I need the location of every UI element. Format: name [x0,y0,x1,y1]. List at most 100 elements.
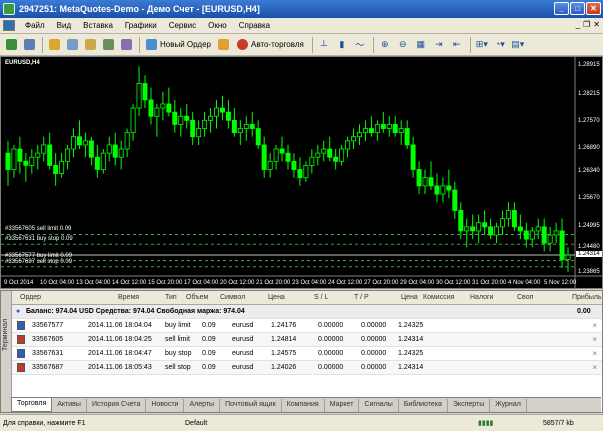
bullish-candle [476,222,482,232]
order-cell-sl: 0.00000 [318,350,344,357]
terminal-tab[interactable]: Торговля [11,398,53,412]
status-help-text: Для справки, нажмите F1 [3,419,86,427]
menu-file[interactable]: Файл [19,21,51,30]
terminal-tab[interactable]: Сигналы [359,399,399,412]
chart-window-icon[interactable] [3,20,15,31]
indicators-button[interactable]: ⊞▾ [474,37,490,53]
time-tick-label: 15 Oct 20:00 [148,280,183,286]
tile-windows-button[interactable]: ▦ [413,37,429,53]
data-window-button[interactable] [64,37,80,53]
time-tick-label: 9 Oct 2014 [4,280,34,286]
new-chart-button[interactable] [3,37,19,53]
bearish-candle [517,226,523,232]
minimize-button[interactable]: _ [554,2,569,15]
balance-row[interactable]: ● Баланс: 974.04 USD Средства: 974.04 Св… [12,305,602,319]
bullish-candle [41,144,47,154]
terminal-tab[interactable]: Журнал [490,399,527,412]
terminal-icon [102,39,114,50]
terminal-tabs: Торговля Активы История Счета Новости Алерты… [11,397,601,412]
profiles-button[interactable] [21,37,37,53]
templates-button[interactable]: ▤▾ [510,37,526,53]
bearish-candle [17,148,23,162]
price-tick-label: 1.24480 [578,244,600,251]
terminal-tab[interactable]: Алерты [184,399,221,412]
bullish-candle [321,148,327,154]
status-traffic: 5857/7 kb [543,419,574,427]
menu-window[interactable]: Окно [202,21,233,30]
menu-charts[interactable]: Графики [119,21,163,30]
navigator-button[interactable] [82,37,98,53]
balance-text: Баланс: 974.04 USD Средства: 974.04 Своб… [26,308,245,315]
mdi-close-button[interactable]: ✕ [593,20,600,29]
autotrading-button[interactable]: Авто-торговля [234,37,307,53]
periods-button[interactable]: ◔▾ [492,37,508,53]
terminal-tab[interactable]: Новости [146,399,185,412]
market-watch-button[interactable] [46,37,62,53]
terminal-tab[interactable]: Эксперты [448,399,491,412]
terminal-tab[interactable]: История Счета [87,399,147,412]
terminal-tab[interactable]: Компания [282,399,325,412]
col-profit[interactable]: Прибыль [572,294,602,301]
menu-help[interactable]: Справка [233,21,276,30]
col-sl[interactable]: S / L [314,294,328,301]
candlestick-chart-button[interactable]: ▮ [334,37,350,53]
chart-shift-button[interactable]: ⇤ [449,37,465,53]
col-symbol[interactable]: Символ [220,294,245,301]
bullish-candle [136,83,142,109]
mdi-minimize-button[interactable]: _ [576,20,580,29]
zoom-out-button[interactable]: ⊖ [395,37,411,53]
order-row[interactable]: 33567631 2014.11.06 18:04:47 buy stop 0.09 e… [12,347,602,361]
delete-order-button[interactable]: × [592,321,597,330]
price-tick-label: 1.28215 [578,91,600,98]
mdi-restore-button[interactable]: ❐ [583,20,590,29]
col-type[interactable]: Тип [165,294,177,301]
bullish-candle [351,136,357,142]
col-taxes[interactable]: Налоги [470,294,493,301]
delete-order-button[interactable]: × [592,335,597,344]
terminal-tab[interactable]: Маркет [325,399,360,412]
col-tp[interactable]: T / P [354,294,369,301]
zoom-in-button[interactable]: ⊕ [377,37,393,53]
menu-tools[interactable]: Сервис [163,21,202,30]
col-swap[interactable]: Своп [517,294,533,301]
terminal-tab[interactable]: Почтовый ящик [220,399,282,412]
bar-chart-button[interactable]: ┴ [316,37,332,53]
menu-view[interactable]: Вид [51,21,77,30]
terminal-button[interactable] [100,37,116,53]
order-cell-symbol: eurusd [232,336,254,343]
bullish-candle [339,148,345,162]
order-row[interactable]: 33567577 2014.11.06 18:04:04 buy limit 0.09… [12,319,602,333]
bullish-candle [118,148,124,158]
metaeditor-icon [218,39,230,50]
price-chart[interactable]: EURUSD,H4 1.28915 1.28215 1.27570 1.26890 1.… [0,56,603,289]
col-commission[interactable]: Комиссия [423,294,454,301]
order-row[interactable]: 33567687 2014.11.06 18:05:43 sell stop 0.09… [12,361,602,375]
candlestick-plot[interactable] [1,57,602,288]
bearish-candle [76,136,82,146]
delete-order-button[interactable]: × [592,363,597,372]
bearish-candle [434,185,440,195]
metaeditor-button[interactable] [216,37,232,53]
bullish-candle [422,177,428,187]
col-volume[interactable]: Объем [186,294,208,301]
col-current-price[interactable]: Цена [401,294,418,301]
col-order[interactable]: Ордер [20,294,41,301]
maximize-button[interactable]: □ [570,2,585,15]
tester-button[interactable] [118,37,134,53]
terminal-tab[interactable]: Активы [52,399,87,412]
order-row[interactable]: 33567605 2014.11.06 18:04:25 sell limit 0.0… [12,333,602,347]
line-chart-button[interactable]: 〜 [352,37,368,53]
col-time[interactable]: Время [118,294,139,301]
new-order-button[interactable]: Новый Ордер [143,37,214,53]
bearish-candle [166,103,172,113]
terminal-side-label: Терминал [2,318,9,351]
terminal-tab[interactable]: Библиотека [399,399,448,412]
bullish-candle [357,132,362,138]
auto-scroll-button[interactable]: ⇥ [431,37,447,53]
profiles-icon [23,39,35,50]
close-button[interactable]: ✕ [586,2,601,15]
toolbar-separator [469,36,471,53]
delete-order-button[interactable]: × [592,349,597,358]
menu-insert[interactable]: Вставка [77,21,119,30]
col-price[interactable]: Цена [268,294,285,301]
